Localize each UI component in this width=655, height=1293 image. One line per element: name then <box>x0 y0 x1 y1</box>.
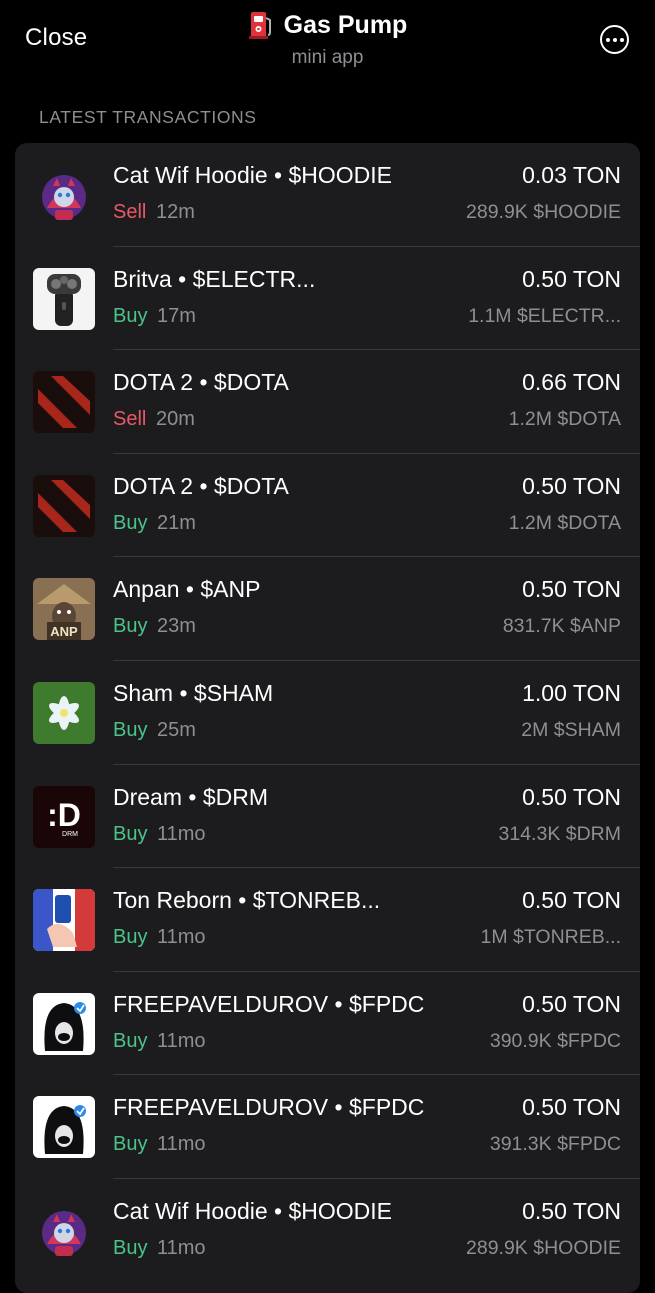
transaction-row[interactable]: DOTA 2 • $DOTA Sell 20m 0.66 TON 1.2M $DOTA <box>15 350 640 454</box>
transaction-row[interactable]: Britva • $ELECTR... Buy 17m 0.50 TON 1.1M $E… <box>15 247 640 351</box>
trade-time: 11mo <box>157 1133 206 1156</box>
token-name: FREEPAVELDUROV • $FPDC <box>113 990 425 1017</box>
more-icon <box>605 37 610 42</box>
svg-text:ANP: ANP <box>50 624 78 639</box>
token-amount: 2M $SHAM <box>521 718 621 741</box>
ton-amount: 1.00 TON <box>522 679 621 706</box>
dream-icon: :D DRM <box>33 785 95 848</box>
more-icon-dot <box>619 37 624 42</box>
more-options-button[interactable] <box>600 25 629 54</box>
trade-side: Buy <box>113 511 148 534</box>
cat-hoodie-icon <box>33 1199 95 1262</box>
trade-side: Buy <box>113 1133 148 1156</box>
ton-amount: 0.50 TON <box>522 576 621 603</box>
trade-time: 11mo <box>157 822 206 845</box>
trade-time: 25m <box>157 718 196 741</box>
token-name: DOTA 2 • $DOTA <box>113 369 289 396</box>
token-name: Ton Reborn • $TONREB... <box>113 887 381 914</box>
hooded-figure-icon <box>33 1096 95 1159</box>
app-title: Gas Pump <box>283 10 408 39</box>
token-name: Dream • $DRM <box>113 783 269 810</box>
trade-side: Buy <box>113 615 148 638</box>
transaction-row[interactable]: Cat Wif Hoodie • $HOODIE Buy 11mo 0.50 TON 2… <box>15 1179 640 1283</box>
token-name: FREEPAVELDUROV • $FPDC <box>113 1094 425 1121</box>
ton-amount: 0.50 TON <box>522 990 621 1017</box>
razor-icon <box>33 267 95 330</box>
transaction-row[interactable]: Ton Reborn • $TONREB... Buy 11mo 0.50 TON 1M… <box>15 868 640 972</box>
ton-reborn-icon <box>33 889 95 952</box>
token-amount: 314.3K $DRM <box>498 822 621 845</box>
trade-time: 11mo <box>157 1236 206 1259</box>
token-name: Britva • $ELECTR... <box>113 265 316 292</box>
trade-time: 11mo <box>157 926 206 949</box>
token-amount: 831.7K $ANP <box>502 615 621 638</box>
top-bar: Close Gas Pump mini app <box>0 0 655 90</box>
token-amount: 289.9K $HOODIE <box>466 1236 621 1259</box>
trade-side: Buy <box>113 926 148 949</box>
token-name: DOTA 2 • $DOTA <box>113 472 289 499</box>
token-name: Cat Wif Hoodie • $HOODIE <box>113 1197 393 1224</box>
transaction-row[interactable]: FREEPAVELDUROV • $FPDC Buy 11mo 0.50 TON 390… <box>15 972 640 1076</box>
trade-side: Sell <box>113 408 147 431</box>
ton-amount: 0.50 TON <box>522 1094 621 1121</box>
token-name: Cat Wif Hoodie • $HOODIE <box>113 162 393 188</box>
token-amount: 390.9K $FPDC <box>489 1029 621 1052</box>
trade-side: Buy <box>113 822 148 845</box>
token-amount: 289.9K $HOODIE <box>466 201 621 223</box>
hooded-figure-icon <box>33 992 95 1055</box>
dota-icon <box>33 371 95 434</box>
title-block: Gas Pump mini app <box>0 10 655 69</box>
token-amount: 1.1M $ELECTR... <box>468 304 621 327</box>
svg-text::D: :D <box>47 797 81 833</box>
trade-side: Buy <box>113 1029 148 1052</box>
anpan-icon: ANP <box>33 578 95 641</box>
section-label: LATEST TRANSACTIONS <box>39 107 257 127</box>
trade-time: 20m <box>156 408 195 431</box>
flower-icon <box>33 681 95 744</box>
transaction-row[interactable]: DOTA 2 • $DOTA Buy 21m 0.50 TON 1.2M $DOTA <box>15 454 640 558</box>
trade-time: 23m <box>157 615 196 638</box>
token-name: Anpan • $ANP <box>113 576 261 603</box>
dota-icon <box>33 474 95 537</box>
ton-amount: 0.50 TON <box>522 265 621 292</box>
svg-text:DRM: DRM <box>62 831 78 838</box>
trade-side: Sell <box>113 201 147 223</box>
trade-time: 21m <box>157 511 196 534</box>
token-amount: 391.3K $FPDC <box>489 1133 621 1156</box>
token-name: Sham • $SHAM <box>113 679 274 706</box>
token-amount: 1M $TONREB... <box>480 926 621 949</box>
cat-hoodie-icon <box>33 164 95 226</box>
ton-amount: 0.50 TON <box>522 1197 621 1224</box>
app-subtitle: mini app <box>291 47 364 68</box>
ton-amount: 0.50 TON <box>522 887 621 914</box>
transaction-row[interactable]: :D DRM Dream • $DRM Buy 11mo 0.50 TON 314.3K $… <box>15 765 640 869</box>
trade-side: Buy <box>113 1236 148 1259</box>
ton-amount: 0.03 TON <box>522 162 621 188</box>
token-amount: 1.2M $DOTA <box>508 408 621 431</box>
ton-amount: 0.50 TON <box>522 472 621 499</box>
trade-side: Buy <box>113 304 148 327</box>
transactions-list: Cat Wif Hoodie • $HOODIE Sell 12m 0.03 TON 2… <box>15 143 640 1293</box>
ton-amount: 0.66 TON <box>522 369 621 396</box>
more-icon-dot <box>612 37 617 42</box>
transaction-row[interactable]: ANP Anpan • $ANP Buy 23m 0.50 TON 831.7K $ANP <box>15 557 640 661</box>
trade-side: Buy <box>113 718 148 741</box>
token-amount: 1.2M $DOTA <box>508 511 621 534</box>
transaction-row[interactable]: Cat Wif Hoodie • $HOODIE Sell 12m 0.03 TON 2… <box>15 143 640 247</box>
trade-time: 17m <box>157 304 196 327</box>
transaction-row[interactable]: FREEPAVELDUROV • $FPDC Buy 11mo 0.50 TON 391… <box>15 1075 640 1179</box>
ton-amount: 0.50 TON <box>522 783 621 810</box>
transaction-row[interactable]: Sham • $SHAM Buy 25m 1.00 TON 2M $SHAM <box>15 661 640 765</box>
trade-time: 11mo <box>157 1029 206 1052</box>
gas-pump-icon <box>248 10 274 40</box>
trade-time: 12m <box>156 201 195 223</box>
